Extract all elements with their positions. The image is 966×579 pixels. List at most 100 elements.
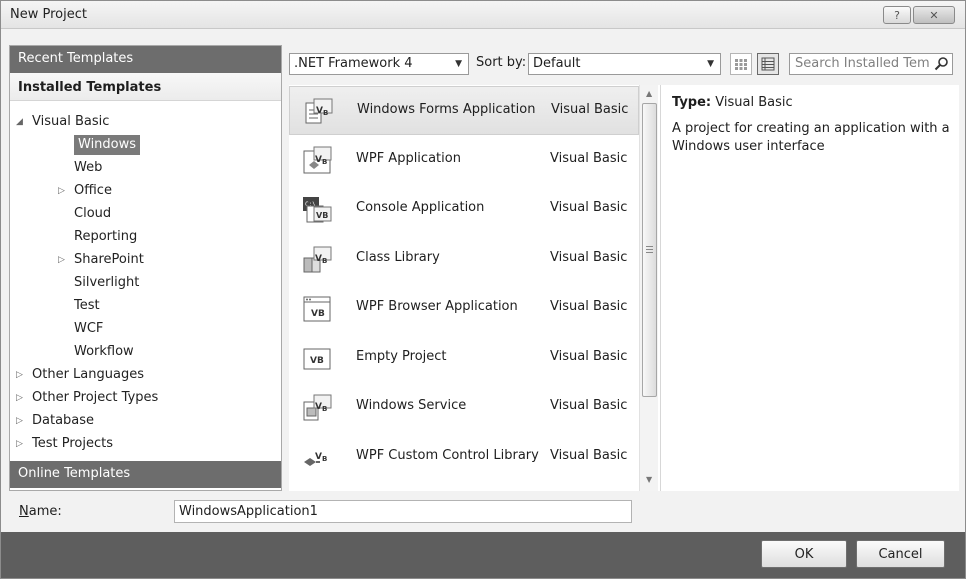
template-language: Visual Basic [550, 299, 628, 314]
expand-arrow-icon[interactable]: ▷ [16, 411, 23, 431]
tree-item-other-project-types[interactable]: ▷ Other Project Types [16, 388, 159, 408]
tree-item-label: Visual Basic [32, 114, 110, 129]
template-description: A project for creating an application wi… [672, 121, 950, 154]
template-item-wpf-application[interactable]: VB WPF Application Visual Basic [289, 136, 639, 185]
template-language: Visual Basic [551, 102, 629, 117]
online-templates-header[interactable]: Online Templates [10, 461, 281, 488]
template-language: Visual Basic [550, 249, 628, 265]
name-label: Name: [19, 504, 62, 519]
tree-item-label: Cloud [74, 206, 112, 221]
tree-item-label: Office [74, 183, 112, 198]
template-language: Visual Basic [550, 398, 628, 413]
details-view-icon [761, 57, 775, 71]
expand-arrow-icon[interactable]: ▷ [16, 388, 23, 408]
tree-item-silverlight[interactable]: Silverlight [74, 273, 139, 293]
template-name: WPF Custom Control Library [356, 447, 539, 463]
type-label: Type: [672, 95, 712, 110]
scroll-down-icon[interactable]: ▼ [646, 475, 652, 484]
template-category-panel: Recent Templates Installed Templates ◢ Vi… [9, 45, 282, 491]
tree-item-visual-basic[interactable]: ◢ Visual Basic [16, 112, 110, 132]
sort-value: Default [533, 56, 581, 71]
scroll-up-icon[interactable]: ▲ [646, 89, 652, 98]
template-name: Empty Project [356, 348, 447, 364]
expand-arrow-icon[interactable]: ▷ [16, 365, 23, 385]
expand-arrow-icon[interactable]: ▷ [58, 181, 65, 201]
tree-item-database[interactable]: ▷ Database [16, 411, 95, 431]
help-button[interactable]: ? [883, 6, 911, 24]
dialog-footer: OK Cancel [1, 532, 965, 578]
svg-text:VB: VB [316, 211, 328, 220]
cancel-button[interactable]: Cancel [856, 540, 945, 568]
search-installed-templates-input[interactable]: Search Installed Tem [789, 53, 953, 75]
name-label-accelerator: N [19, 504, 29, 519]
tree-item-web[interactable]: Web [74, 158, 102, 178]
template-item-empty-project[interactable]: VB Empty Project Visual Basic [289, 334, 639, 383]
template-list: VB Windows Forms Application Visual Basic V… [289, 85, 660, 491]
tree-item-test[interactable]: Test [74, 296, 100, 316]
sort-dropdown[interactable]: Default ▼ [528, 53, 721, 75]
ok-button[interactable]: OK [761, 540, 847, 568]
template-name: WPF Browser Application [356, 299, 518, 314]
tree-item-windows[interactable]: Windows [74, 135, 141, 155]
tree-item-label: Database [32, 413, 95, 428]
new-project-dialog: New Project ? ✕ Recent Templates Install… [0, 0, 966, 579]
template-name: Console Application [356, 200, 485, 215]
tree-item-label: Workflow [74, 344, 134, 359]
framework-dropdown[interactable]: .NET Framework 4 ▼ [289, 53, 469, 75]
small-icons-view-icon [735, 59, 747, 70]
wpf-custom-control-icon: VB [304, 452, 327, 466]
dropdown-arrow-icon: ▼ [707, 59, 714, 69]
recent-templates-header[interactable]: Recent Templates [10, 46, 281, 73]
dialog-title: New Project [10, 7, 87, 22]
close-icon: ✕ [929, 8, 939, 22]
template-item-windows-service[interactable]: VB Windows Service Visual Basic [289, 383, 639, 432]
small-icons-view-button[interactable] [730, 53, 752, 75]
template-item-console-application[interactable]: C:\ VB Console Application Visual Basic [289, 185, 639, 234]
framework-value: .NET Framework 4 [294, 56, 413, 71]
expand-arrow-icon[interactable]: ▷ [16, 434, 23, 454]
tree-item-office[interactable]: ▷ Office [58, 181, 112, 201]
template-details-panel: Type: Visual Basic A project for creatin… [660, 85, 959, 491]
template-item-wpf-custom-control-library[interactable]: VB WPF Custom Control Library Visual Basic [289, 433, 639, 482]
tree-item-label: WCF [74, 321, 104, 336]
search-icon[interactable] [934, 56, 949, 71]
template-language: Visual Basic [550, 150, 628, 166]
template-type: Type: Visual Basic [672, 95, 793, 110]
project-name-input[interactable]: WindowsApplication1 [174, 500, 632, 523]
collapse-arrow-icon[interactable]: ◢ [16, 112, 23, 132]
close-button[interactable]: ✕ [913, 6, 955, 24]
installed-templates-header[interactable]: Installed Templates [10, 73, 281, 101]
tree-item-workflow[interactable]: Workflow [74, 342, 134, 362]
name-label-text: ame: [28, 504, 62, 519]
tree-item-label: Other Project Types [32, 390, 159, 405]
template-item-class-library[interactable]: VB Class Library Visual Basic [289, 235, 639, 284]
tree-item-reporting[interactable]: Reporting [74, 227, 137, 247]
svg-text:VB: VB [315, 452, 327, 463]
tree-item-test-projects[interactable]: ▷ Test Projects [16, 434, 113, 454]
grip-icon [646, 246, 653, 253]
scrollbar-thumb[interactable] [642, 103, 657, 397]
tree-item-sharepoint[interactable]: ▷ SharePoint [58, 250, 144, 270]
tree-item-cloud[interactable]: Cloud [74, 204, 111, 224]
template-item-wpf-browser-application[interactable]: VB WPF Browser Application Visual Basic [289, 284, 639, 333]
tree-item-label: Other Languages [32, 367, 144, 382]
template-name: Windows Service [356, 398, 467, 413]
wpf-browser-icon: VB [303, 296, 331, 322]
tree-item-label: Test Projects [32, 436, 113, 451]
title-bar: New Project ? ✕ [1, 1, 965, 29]
template-list-scrollbar[interactable]: ▲ ▼ [639, 85, 658, 491]
tree-item-wcf[interactable]: WCF [74, 319, 103, 339]
svg-text:VB: VB [310, 356, 324, 366]
tree-item-other-languages[interactable]: ▷ Other Languages [16, 365, 144, 385]
template-language: Visual Basic [550, 200, 628, 215]
windows-forms-icon: VB [305, 98, 333, 124]
windows-service-icon: VB [303, 394, 332, 421]
template-item-windows-forms-application[interactable]: VB Windows Forms Application Visual Basic [289, 86, 639, 135]
search-placeholder: Search Installed Tem [795, 56, 930, 71]
type-value: Visual Basic [715, 95, 793, 110]
tree-item-label: SharePoint [74, 252, 144, 267]
dropdown-arrow-icon: ▼ [455, 59, 462, 69]
svg-text:VB: VB [311, 309, 325, 319]
details-view-button[interactable] [757, 53, 779, 75]
expand-arrow-icon[interactable]: ▷ [58, 250, 65, 270]
